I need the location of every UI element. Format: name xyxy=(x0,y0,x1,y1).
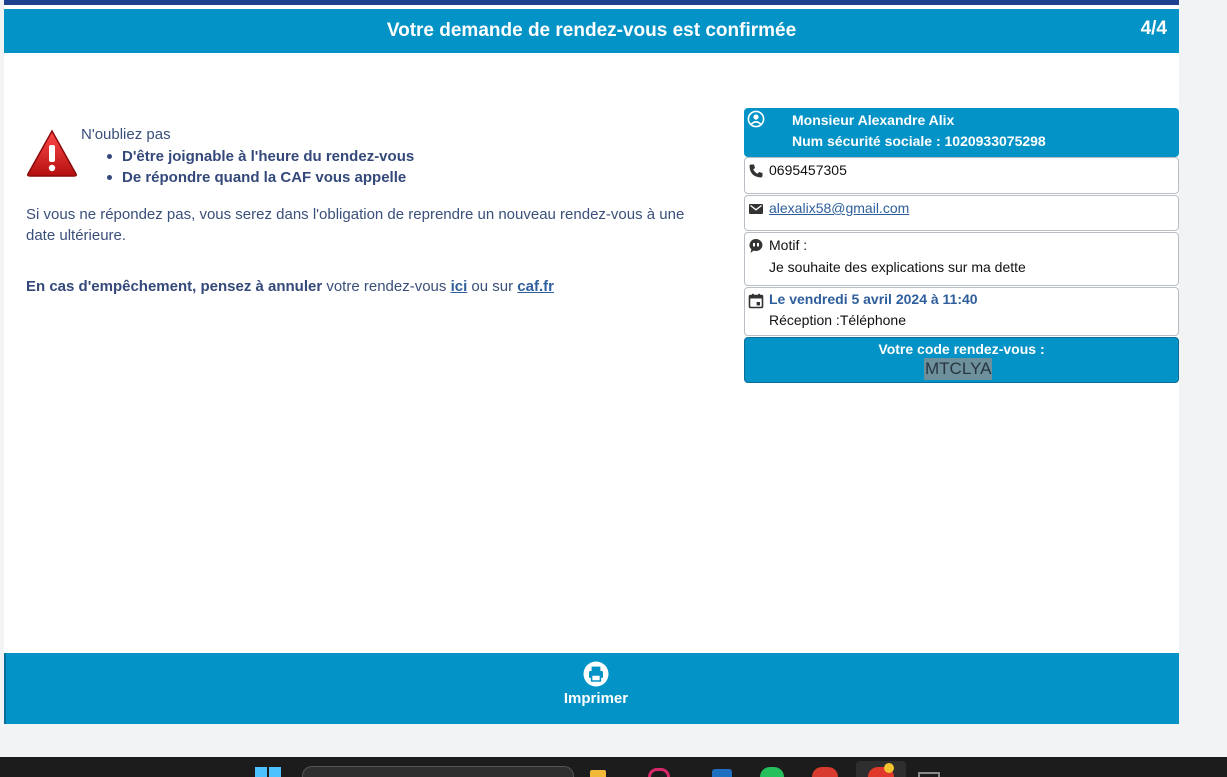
user-card: Monsieur Alexandre Alix Num sécurité soc… xyxy=(744,108,1179,157)
page-title: Votre demande de rendez-vous est confirm… xyxy=(386,20,797,41)
taskbar xyxy=(0,757,1227,777)
footer-bar: Imprimer xyxy=(4,653,1179,724)
mail-icon xyxy=(749,204,763,214)
print-label: Imprimer xyxy=(563,690,629,707)
phone-card: 0695457305 xyxy=(744,157,1179,194)
reception-mode: Réception :Téléphone xyxy=(769,312,906,328)
system-tray-icon[interactable] xyxy=(918,772,940,777)
email-link[interactable]: alexalix58@gmail.com xyxy=(769,200,909,216)
reminder-list: D'être joignable à l'heure du rendez-vou… xyxy=(104,146,414,188)
phone-number: 0695457305 xyxy=(769,162,847,178)
appointment-code-label: Votre code rendez-vous : xyxy=(878,341,1045,357)
reminder-item: De répondre quand la CAF vous appelle xyxy=(104,167,414,188)
social-security-number: Num sécurité sociale : 1020933075298 xyxy=(792,133,1046,149)
chat-app-icon[interactable] xyxy=(760,767,784,777)
printer-icon xyxy=(583,661,609,687)
appointment-card: Le vendredi 5 avril 2024 à 11:40 Récepti… xyxy=(744,287,1179,336)
caf-link[interactable]: caf.fr xyxy=(517,278,554,295)
confirmation-page: Votre demande de rendez-vous est confirm… xyxy=(4,5,1179,724)
cancel-middle-text: votre rendez-vous xyxy=(322,278,451,295)
email-card: alexalix58@gmail.com xyxy=(744,195,1179,231)
warning-text: Si vous ne répondez pas, vous serez dans… xyxy=(26,206,685,244)
motif-reason: Je souhaite des explications sur ma dett… xyxy=(769,259,1026,275)
warning-icon xyxy=(27,129,77,177)
appointment-code-card: Votre code rendez-vous : MTCLYA xyxy=(744,337,1179,383)
cancel-or-text: ou sur xyxy=(467,278,518,295)
store-app-icon[interactable] xyxy=(712,769,732,777)
user-name: Monsieur Alexandre Alix xyxy=(792,112,955,128)
red-app-icon[interactable] xyxy=(812,767,838,777)
step-indicator: 4/4 xyxy=(1140,18,1167,39)
cancel-emphasis: En cas d'empêchement, pensez à annuler xyxy=(26,278,323,295)
reminder-item: D'être joignable à l'heure du rendez-vou… xyxy=(104,146,414,167)
cancel-instructions: En cas d'empêchement, pensez à annuler v… xyxy=(26,278,554,295)
appointment-date: Le vendredi 5 avril 2024 à 11:40 xyxy=(769,291,978,307)
reminder-title: N'oubliez pas xyxy=(81,126,171,143)
motif-card: Motif : Je souhaite des explications sur… xyxy=(744,232,1179,286)
appointment-code-value: MTCLYA xyxy=(924,358,993,380)
user-circle-icon xyxy=(747,110,765,128)
taskbar-search-box[interactable] xyxy=(302,766,574,777)
folder-app-icon[interactable] xyxy=(590,770,606,777)
print-button[interactable]: Imprimer xyxy=(546,661,646,717)
active-app-icon[interactable] xyxy=(856,761,906,777)
browser-app-icon[interactable] xyxy=(648,768,670,777)
header-bar: Votre demande de rendez-vous est confirm… xyxy=(4,9,1179,53)
windows-start-icon[interactable] xyxy=(255,765,283,777)
cancel-here-link[interactable]: ici xyxy=(451,278,468,295)
phone-icon xyxy=(749,164,763,178)
speech-bubble-icon xyxy=(749,239,763,253)
motif-label: Motif : xyxy=(769,237,808,253)
calendar-icon xyxy=(748,293,764,309)
